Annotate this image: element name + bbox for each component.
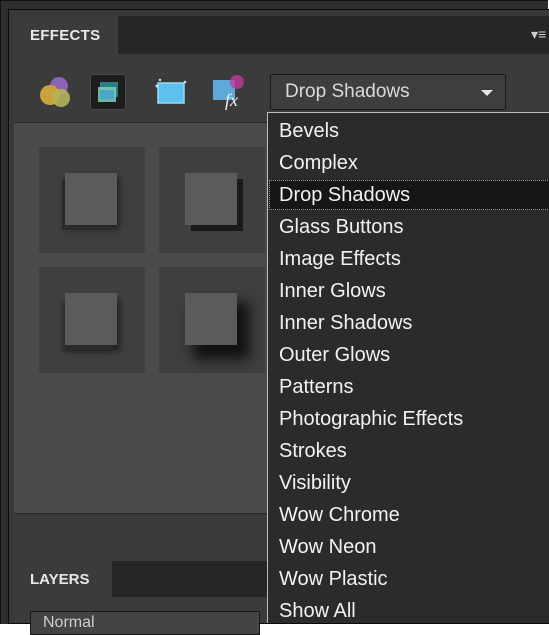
effect-thumbnail[interactable]: [159, 147, 265, 253]
category-select[interactable]: Drop Shadows: [270, 74, 506, 110]
dropdown-option[interactable]: Wow Plastic: [269, 564, 549, 594]
fx-icon[interactable]: fx: [210, 74, 246, 110]
photo-effects-icon[interactable]: [38, 74, 74, 110]
effects-panel-header: EFFECTS ▾≡: [14, 16, 549, 54]
category-dropdown-list: Bevels Complex Drop Shadows Glass Buttons Im…: [267, 112, 549, 623]
effect-thumbnail[interactable]: [39, 147, 145, 253]
dropdown-option[interactable]: Glass Buttons: [269, 212, 549, 242]
dropdown-option[interactable]: Image Effects: [269, 244, 549, 274]
effect-thumbnail[interactable]: [39, 267, 145, 373]
dropdown-option[interactable]: Inner Glows: [269, 276, 549, 306]
dropdown-option[interactable]: Patterns: [269, 372, 549, 402]
dropdown-option[interactable]: Photographic Effects: [269, 404, 549, 434]
dropdown-option[interactable]: Visibility: [269, 468, 549, 498]
dropdown-option[interactable]: Wow Neon: [269, 532, 549, 562]
layer-styles-icon[interactable]: [90, 74, 126, 110]
effects-tab[interactable]: EFFECTS: [14, 16, 118, 54]
dropdown-option[interactable]: Drop Shadows: [269, 180, 549, 210]
layers-tab[interactable]: LAYERS: [14, 561, 112, 597]
chevron-down-icon: [481, 90, 493, 96]
effect-thumbnail[interactable]: [159, 267, 265, 373]
blend-mode-select[interactable]: Normal: [30, 611, 260, 635]
panel-menu-icon[interactable]: ▾≡: [531, 26, 547, 42]
dropdown-option[interactable]: Show All: [269, 596, 549, 626]
filters-icon[interactable]: [152, 74, 188, 110]
dropdown-option[interactable]: Outer Glows: [269, 340, 549, 370]
dropdown-option[interactable]: Strokes: [269, 436, 549, 466]
dropdown-option[interactable]: Complex: [269, 148, 549, 178]
dropdown-option[interactable]: Inner Shadows: [269, 308, 549, 338]
dropdown-option[interactable]: Wow Chrome: [269, 500, 549, 530]
dropdown-option[interactable]: Bevels: [269, 116, 549, 146]
category-select-value: Drop Shadows: [285, 81, 410, 102]
svg-text:fx: fx: [225, 90, 238, 110]
